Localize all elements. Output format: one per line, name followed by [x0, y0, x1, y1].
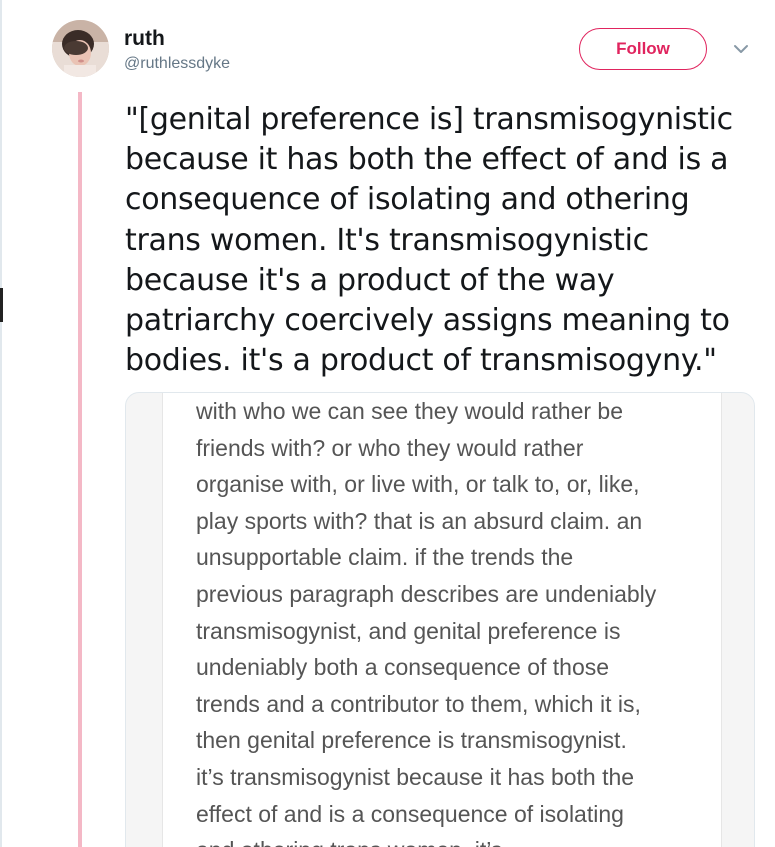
tweet-text: "[genital preference is] transmisogynist…	[125, 100, 765, 381]
media-text-line: trends and a contributor to them, which …	[196, 690, 641, 717]
media-text-line: play sports with? that is an absurd clai…	[196, 507, 643, 534]
media-text-line: unsupportable claim. if the trends the	[196, 544, 574, 571]
author-display-name[interactable]: ruth	[124, 27, 230, 51]
window-edge-marker	[0, 288, 3, 322]
tweet-text-line: consequence of isolating and othering	[125, 182, 690, 218]
media-text-line: effect of and is a consequence of isolat…	[196, 800, 624, 827]
avatar[interactable]	[52, 20, 109, 77]
follow-button[interactable]: Follow	[579, 28, 707, 70]
media-text-line: previous paragraph describes are undenia…	[196, 580, 657, 607]
media-text-line: it’s transmisogynist because it has both…	[196, 763, 635, 790]
tweet-text-line: "[genital preference is] transmisogynist…	[125, 102, 733, 137]
window-edge	[0, 0, 2, 847]
tweet-text-line: bodies. it's a product of transmisogyny.…	[125, 343, 717, 379]
media-screenshot-text: with who we can see they would rather be…	[196, 393, 656, 847]
media-text-line: transmisogynist, and genital preference …	[196, 617, 621, 644]
media-text-line: undeniably both a consequence of those	[196, 654, 610, 681]
tweet-text-line: because it has both the effect of and is…	[125, 142, 729, 178]
tweet-text-line: trans women. It's transmisogynistic	[125, 222, 649, 258]
avatar-image	[52, 20, 109, 77]
media-text-line: and othering trans women. it’s	[196, 832, 656, 847]
tweet-media-card[interactable]: with who we can see they would rather be…	[125, 392, 755, 847]
media-text-line: then genital preference is transmisogyni…	[196, 727, 627, 754]
chevron-down-icon[interactable]	[732, 42, 750, 56]
media-text-line: friends with? or who they would rather	[196, 434, 584, 461]
tweet-text-line: patriarchy coercively assigns meaning to	[125, 303, 730, 339]
tweet-author[interactable]: ruth @ruthlessdyke	[124, 27, 230, 74]
media-text-line: with who we can see they would rather be	[196, 398, 624, 424]
thread-line	[78, 92, 82, 847]
tweet-text-line: because it's a product of the way	[125, 262, 615, 298]
media-text-line: organise with, or live with, or talk to,…	[196, 471, 640, 498]
author-handle[interactable]: @ruthlessdyke	[124, 54, 230, 74]
